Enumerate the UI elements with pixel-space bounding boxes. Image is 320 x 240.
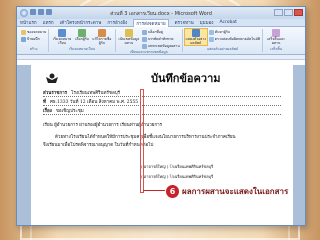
- window-controls: [274, 9, 303, 16]
- auto-check-errors-button[interactable]: ตรวจสอบข้อผิดพลาดอัตโนมัติ: [208, 36, 261, 42]
- close-button[interactable]: [294, 9, 303, 16]
- address-block-icon: [141, 29, 147, 35]
- window-title: ส่วนที่ 3 เอกสารเวียน.docx - Microsoft W…: [110, 11, 212, 17]
- group-start-mail-merge-name: เริ่มจดหมายเวียน: [69, 47, 95, 51]
- group-preview-results: แสดงตัวอย่างผลลัพธ์ ค้นหาผู้รับ ตรวจสอบข…: [183, 28, 264, 52]
- finish-merge-label: เสร็จสิ้นและผสาน: [267, 37, 286, 45]
- dotted-rule: [43, 114, 281, 115]
- tab-view[interactable]: มุมมอง: [200, 19, 214, 26]
- step-number-badge: 6: [166, 184, 179, 198]
- highlight-icon: [124, 29, 133, 37]
- highlight-merge-fields-label: เน้นเขตข้อมูลผสาน: [118, 37, 140, 45]
- group-finish: เสร็จสิ้นและผสาน เสร็จสิ้น: [263, 29, 289, 52]
- find-icon: [208, 29, 214, 35]
- finish-merge-icon: [272, 29, 281, 37]
- body-paragraph-1: ด้วยทางโรงเรียนได้กำหนดให้มีการประชุมครู…: [55, 135, 236, 140]
- tab-acrobat[interactable]: Acrobat: [219, 20, 236, 25]
- group-preview-results-name: แสดงตัวอย่างผลลัพธ์: [206, 47, 239, 51]
- title-bar: ส่วนที่ 3 เอกสารเวียน.docx - Microsoft W…: [17, 7, 305, 19]
- tab-insert[interactable]: แทรก: [43, 19, 54, 26]
- group-start-mail-merge: เริ่มจดหมายเวียน เลือกผู้รับ แก้ไขรายชื่…: [49, 29, 116, 52]
- preview-icon: [191, 29, 200, 37]
- find-recipient-label: ค้นหาผู้รับ: [214, 30, 230, 34]
- label-icon: [21, 36, 26, 42]
- find-recipient-button[interactable]: ค้นหาผู้รับ: [208, 29, 260, 35]
- greeting-line-label: บรรทัดคำทักทาย: [147, 37, 174, 41]
- line-subject: เรื่อง ขอเชิญประชุม: [43, 107, 84, 114]
- step-caption: 6 ผลการผสานจะแสดงในเอกสาร: [166, 183, 306, 199]
- tab-review[interactable]: ตรวจทาน: [175, 19, 194, 26]
- labels-button[interactable]: ป้ายผนึก: [21, 36, 46, 42]
- line-reference: ที่ ศธ.1333 วันที่ 12 เดือน สิงหาคม พ.ศ. …: [43, 98, 138, 105]
- mail-merge-icon: [58, 29, 67, 37]
- ribbon: ซองจดหมาย ป้ายผนึก สร้าง เริ่มจดหมายเวีย…: [17, 27, 305, 55]
- start-mail-merge-label: เริ่มจดหมายเวียน: [52, 37, 72, 45]
- envelopes-label: ซองจดหมาย: [27, 30, 47, 34]
- group-write-insert-fields: เน้นเขตข้อมูลผสาน บล็อกที่อยู่ บรรทัดคำท…: [116, 29, 183, 54]
- signature-line-2: ( อาจารย์ใหญ่ ) โรงเรียนเทพศิรินทร์ชลบุร…: [141, 174, 214, 179]
- document-page[interactable]: บันทึกข้อความ ส่วนราชการ โรงเรียนเทพศิริน…: [31, 65, 293, 225]
- ribbon-tabs: หน้าแรก แทรก เค้าโครงหน้ากระดาษ การอ้างอ…: [17, 18, 305, 27]
- auto-check-errors-label: ตรวจสอบข้อผิดพลาดอัตโนมัติ: [214, 37, 261, 41]
- document-heading: บันทึกข้อความ: [151, 72, 221, 85]
- recipients-icon: [78, 29, 86, 37]
- tab-page-layout[interactable]: เค้าโครงหน้ากระดาษ: [60, 19, 102, 26]
- group-finish-name: เสร็จสิ้น: [270, 47, 283, 51]
- preview-results-button[interactable]: แสดงตัวอย่างผลลัพธ์: [183, 28, 208, 46]
- group-create-name: สร้าง: [29, 47, 38, 51]
- line-department: ส่วนราชการ โรงเรียนเทพศิรินทร์ชลบุรี: [43, 89, 120, 96]
- ruler: [17, 55, 305, 60]
- check-errors-icon: [208, 36, 214, 42]
- callout-line: [143, 190, 167, 191]
- envelope-icon: [21, 29, 26, 35]
- select-recipients-button[interactable]: เลือกผู้รับ: [75, 29, 89, 41]
- address-block-button[interactable]: บล็อกที่อยู่: [141, 29, 180, 35]
- dotted-rule: [43, 96, 281, 97]
- preview-results-label: แสดงตัวอย่างผลลัพธ์: [185, 37, 206, 45]
- address-block-label: บล็อกที่อยู่: [147, 30, 163, 34]
- minimize-button[interactable]: [274, 9, 283, 16]
- greeting-line-icon: [141, 36, 147, 42]
- merge-field-highlight: [140, 89, 144, 193]
- labels-label: ป้ายผนึก: [27, 37, 40, 41]
- select-recipients-label: เลือกผู้รับ: [75, 37, 89, 41]
- document-area[interactable]: บันทึกข้อความ ส่วนราชการ โรงเรียนเทพศิริน…: [17, 65, 305, 225]
- maximize-button[interactable]: [284, 9, 293, 16]
- dotted-rule: [43, 105, 281, 106]
- highlight-merge-fields-button[interactable]: เน้นเขตข้อมูลผสาน: [118, 29, 140, 45]
- group-write-insert-fields-name: เขียนและแทรกเขตข้อมูล: [129, 50, 168, 54]
- group-create: ซองจดหมาย ป้ายผนึก สร้าง: [19, 29, 50, 52]
- edit-list-icon: [97, 29, 106, 37]
- signature-line-1: ( อาจารย์ใหญ่ ) โรงเรียนเทพศิรินทร์ชลบุร…: [141, 164, 214, 169]
- step-caption-text: ผลการผสานจะแสดงในเอกสาร: [182, 186, 289, 196]
- tab-home[interactable]: หน้าแรก: [20, 19, 37, 26]
- greeting-line-button[interactable]: บรรทัดคำทักทาย: [141, 36, 180, 42]
- tab-mailings[interactable]: การส่งจดหมาย: [133, 18, 169, 27]
- finish-merge-button[interactable]: เสร็จสิ้นและผสาน: [265, 29, 287, 45]
- envelopes-button[interactable]: ซองจดหมาย: [21, 29, 46, 35]
- start-mail-merge-button[interactable]: เริ่มจดหมายเวียน: [51, 29, 73, 45]
- edit-recipient-list-label: แก้ไขรายชื่อผู้รับ: [92, 37, 112, 45]
- insert-field-icon: [141, 43, 147, 49]
- garuda-emblem-icon: [46, 73, 58, 83]
- edit-recipient-list-button[interactable]: แก้ไขรายชื่อผู้รับ: [91, 29, 113, 45]
- body-paragraph-2: จึงเรียนมาเพื่อโปรดพิจารณาอนุญาต ในวันที…: [43, 143, 154, 148]
- line-to: เรียน ผู้อำนวยการ ผ่านรองผู้อำนวยการ เรี…: [43, 123, 163, 128]
- tab-references[interactable]: การอ้างอิง: [107, 19, 127, 26]
